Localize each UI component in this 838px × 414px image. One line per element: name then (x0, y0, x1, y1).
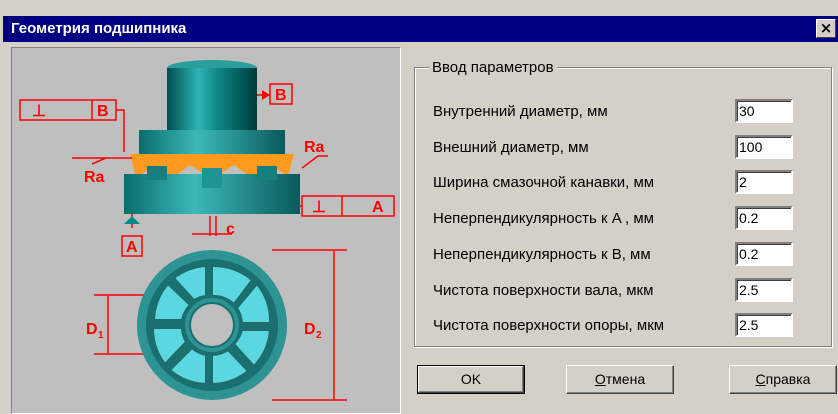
cancel-label: тмена (605, 371, 646, 387)
cancel-button[interactable]: Отмена (566, 365, 674, 394)
shaft-bottom (124, 166, 300, 214)
label-ra-left: Ra (84, 169, 105, 186)
inner-diameter-input[interactable] (735, 99, 793, 123)
label-perp-right: ⊥ (312, 199, 326, 216)
ok-button[interactable]: OK (417, 365, 525, 394)
shaft-top (139, 60, 285, 156)
window-title: Геометрия подшипника (11, 20, 187, 37)
nonperp-b-input[interactable] (735, 242, 793, 266)
label-c: c (226, 221, 235, 238)
bearing-geometry-dialog: Геометрия подшипника × B B ⊥ ⊥ A A Ra Ra… (0, 0, 838, 414)
field-label-inner-diameter: Внутренний диаметр, мм (433, 103, 608, 120)
bearing-disc (137, 250, 287, 400)
field-label-groove-width: Ширина смазочной канавки, мм (433, 174, 655, 191)
ok-label: OK (460, 371, 482, 387)
help-hotkey: С (755, 371, 766, 387)
label-b-top: B (275, 87, 287, 104)
field-label-support-finish: Чистота поверхности опоры, мкм (433, 317, 665, 334)
help-button[interactable]: Справка (729, 365, 837, 394)
close-icon: × (819, 19, 833, 37)
field-label-nonperp-b: Неперпендикулярность к B, мм (433, 246, 651, 263)
label-perp-left: ⊥ (32, 103, 46, 120)
shaft-finish-input[interactable] (735, 278, 793, 302)
cancel-hotkey: О (594, 371, 606, 387)
title-bar: Геометрия подшипника × (3, 16, 838, 42)
label-a-bottom: A (126, 239, 138, 256)
support-finish-input[interactable] (735, 313, 793, 337)
close-button[interactable]: × (816, 19, 836, 38)
label-d1: D (86, 321, 98, 338)
group-title: Ввод параметров (429, 59, 557, 76)
parameters-group: Ввод параметров Внутренний диаметр, мм В… (414, 59, 832, 347)
label-b-left: B (97, 103, 109, 120)
label-d2-sub: 2 (316, 330, 322, 341)
field-label-nonperp-a: Неперпендикулярность к A , мм (433, 210, 654, 227)
help-label: правка (765, 371, 811, 387)
label-d2: D (304, 321, 316, 338)
outer-diameter-input[interactable] (735, 135, 793, 159)
nonperp-a-input[interactable] (735, 206, 793, 230)
dialog-body: B B ⊥ ⊥ A A Ra Ra c D 1 D 2 Ввод парамет… (3, 42, 838, 414)
groove-width-input[interactable] (735, 170, 793, 194)
bearing-drawing: B B ⊥ ⊥ A A Ra Ra c D 1 D 2 (11, 47, 401, 414)
label-ra-right: Ra (304, 139, 325, 156)
field-label-outer-diameter: Внешний диаметр, мм (433, 139, 589, 156)
label-d1-sub: 1 (98, 330, 104, 341)
field-label-shaft-finish: Чистота поверхности вала, мкм (433, 282, 654, 299)
label-a-right: A (372, 199, 384, 216)
